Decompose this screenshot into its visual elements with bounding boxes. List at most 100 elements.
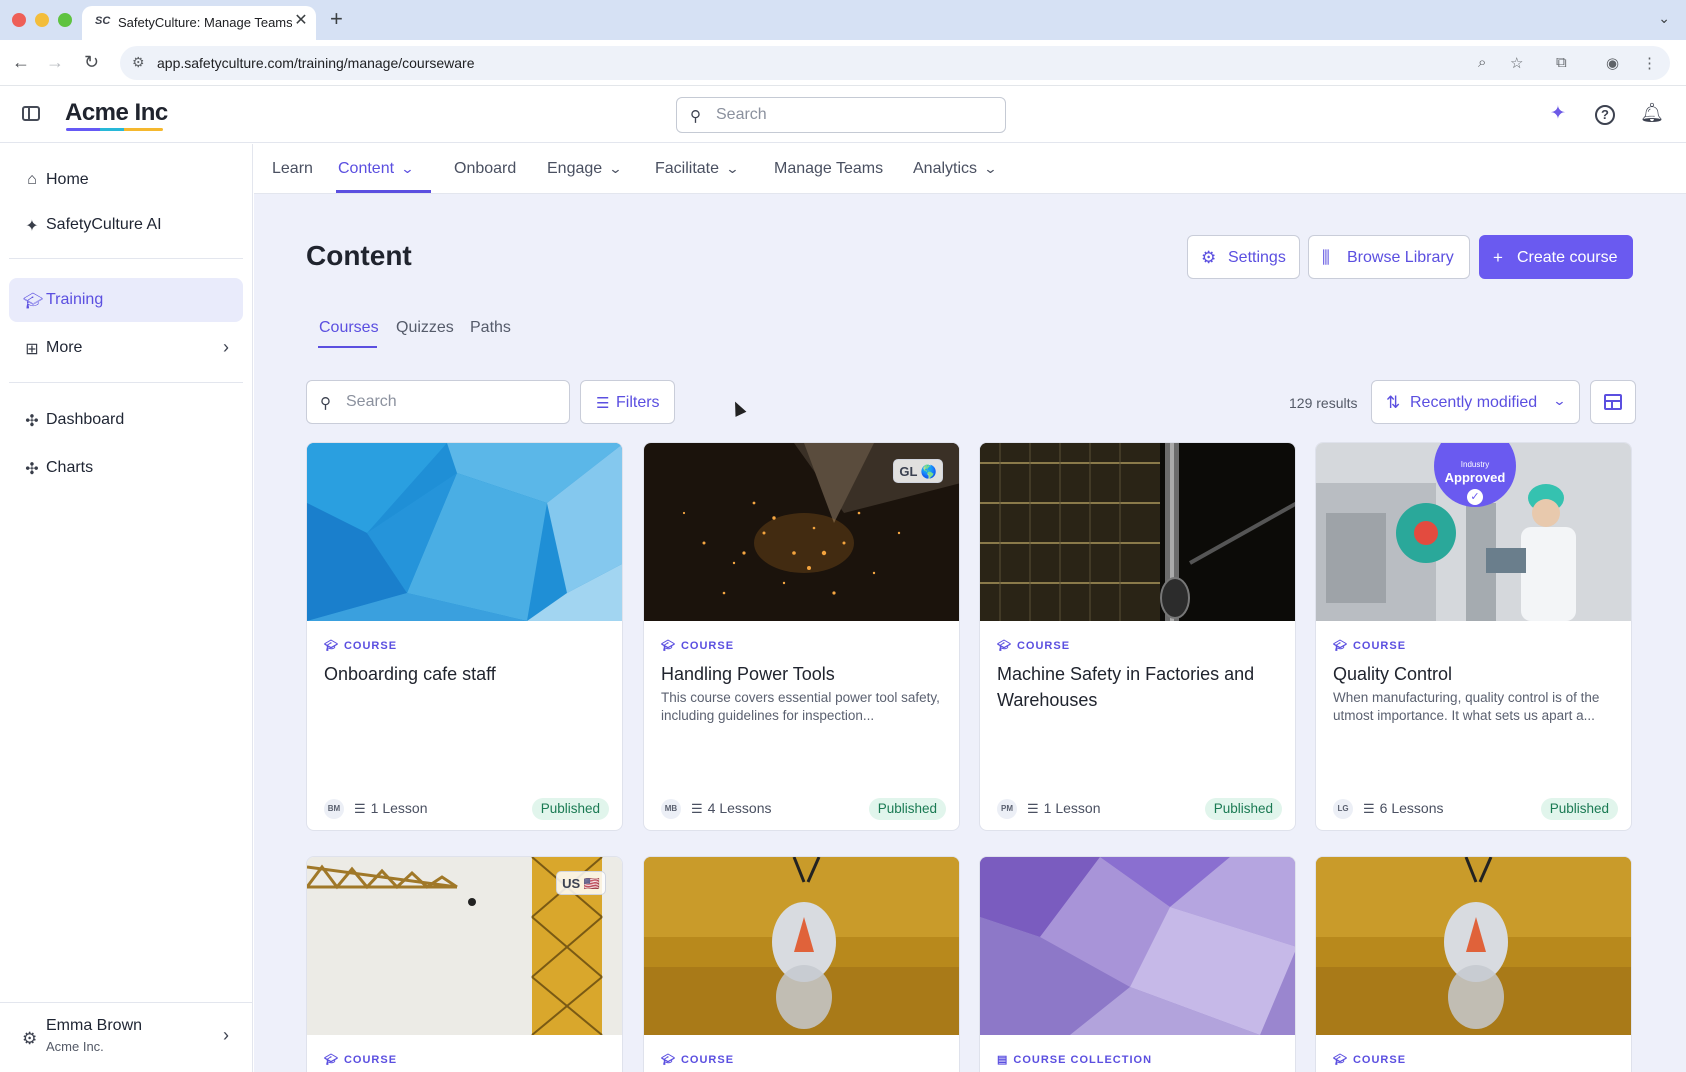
graduation-cap-icon: 🎓︎ — [1333, 640, 1348, 652]
course-thumbnail: Industry Approved ✓ — [1316, 443, 1631, 621]
reload-icon[interactable]: ↻ — [84, 52, 99, 72]
course-card[interactable]: GL 🌎 🎓︎ COURSE Handling Power Tools This … — [643, 442, 960, 831]
extensions-puzzle-icon[interactable]: ⧉ — [1556, 54, 1567, 71]
create-course-button[interactable]: + Create course — [1479, 235, 1633, 279]
home-icon: ⌂ — [27, 171, 37, 188]
settings-button[interactable]: ⚙ Settings — [1187, 235, 1300, 279]
sidebar-item-charts[interactable]: ✣ Charts — [9, 446, 243, 490]
lesson-count: ☰ 1 Lesson — [354, 800, 428, 816]
course-thumbnail — [644, 857, 959, 1035]
topnav-learn[interactable]: Learn — [272, 160, 313, 178]
tab-close-icon[interactable]: ✕ — [292, 11, 310, 31]
content-search[interactable]: ⚲ — [306, 380, 570, 424]
profile-icon[interactable]: ◉ — [1606, 54, 1619, 72]
zoom-icon[interactable]: ⌕ — [1478, 54, 1486, 71]
mouse-cursor — [729, 399, 747, 417]
list-icon: ☰ — [354, 801, 366, 816]
tab-quizzes[interactable]: Quizzes — [396, 319, 454, 337]
sidebar-toggle-icon[interactable] — [22, 106, 40, 121]
table-icon — [1604, 394, 1622, 410]
lesson-count: ☰ 1 Lesson — [1027, 800, 1101, 816]
tab-courses[interactable]: Courses — [319, 319, 379, 337]
list-icon: ☰ — [691, 801, 703, 816]
card-title[interactable]: Onboarding cafe staff — [324, 661, 609, 687]
course-card[interactable]: ▤ COURSE COLLECTION — [979, 856, 1296, 1072]
chevron-right-icon: › — [223, 337, 229, 357]
sidebar-item-safetyculture-ai[interactable]: ✦ SafetyCulture AI — [9, 203, 243, 247]
chevron-down-icon: ⌄ — [608, 161, 623, 176]
global-search-input[interactable] — [716, 106, 986, 124]
site-settings-icon[interactable]: ⚙ — [132, 54, 145, 71]
ai-sparkle-icon[interactable]: ✦ — [1550, 103, 1566, 125]
sparkle-icon: ✦ — [25, 218, 39, 235]
window-zoom-button[interactable] — [58, 13, 72, 27]
course-card[interactable]: Industry Approved ✓ 🎓︎ COURSE Quality Con… — [1315, 442, 1632, 831]
check-icon: ✓ — [1467, 489, 1483, 505]
tab-title: SafetyCulture: Manage Teams — [118, 15, 293, 30]
card-kind-label: 🎓︎ COURSE — [324, 640, 398, 652]
browser-tab-bar: SC SafetyCulture: Manage Teams ✕ + ⌄ — [0, 0, 1686, 40]
browser-menu-icon[interactable]: ⋮ — [1642, 54, 1657, 72]
topnav-onboard[interactable]: Onboard — [454, 160, 516, 178]
card-kind-label: 🎓︎ COURSE — [324, 1054, 398, 1066]
lesson-count: ☰ 4 Lessons — [691, 800, 772, 816]
sort-dropdown[interactable]: ⇅ Recently modified ⌄ — [1371, 380, 1580, 424]
collection-icon: ▤ — [997, 1054, 1009, 1066]
puzzle-icon: ✣ — [25, 413, 39, 430]
global-search[interactable]: ⚲ — [676, 97, 1006, 133]
window-close-button[interactable] — [12, 13, 26, 27]
content-search-input[interactable] — [346, 393, 556, 411]
topnav-engage[interactable]: Engage ⌄ — [547, 160, 623, 178]
brand-underline — [66, 128, 163, 131]
card-description: When manufacturing, quality control is o… — [1333, 690, 1600, 723]
favicon-icon: SC — [95, 15, 111, 27]
sidebar-item-training[interactable]: 🎓︎ Training — [9, 278, 243, 322]
card-kind-label: 🎓︎ COURSE — [997, 640, 1071, 652]
page-title: Content — [306, 240, 412, 271]
new-tab-icon[interactable]: + — [330, 8, 343, 30]
notification-bell-icon[interactable]: 🔔︎ — [1640, 103, 1664, 125]
course-card[interactable]: US 🇺🇸 🎓︎ COURSE — [306, 856, 623, 1072]
graduation-cap-icon: 🎓︎ — [661, 1054, 676, 1066]
sidebar-item-more[interactable]: ⊞ More › — [9, 326, 243, 370]
main-content: Content ⚙ Settings ⫼ Browse Library + Cr… — [254, 194, 1686, 1072]
course-card[interactable]: 🎓︎ COURSE — [1315, 856, 1632, 1072]
topnav-content[interactable]: Content ⌄ — [338, 160, 415, 178]
course-card[interactable]: 🎓︎ COURSE Machine Safety in Factories and… — [979, 442, 1296, 831]
sidebar-item-home[interactable]: ⌂ Home — [9, 158, 243, 202]
card-title[interactable]: Handling Power Tools — [661, 661, 946, 687]
bookmark-star-icon[interactable]: ☆ — [1510, 54, 1523, 72]
browser-tab[interactable]: SC SafetyCulture: Manage Teams ✕ — [82, 6, 316, 40]
tab-paths[interactable]: Paths — [470, 319, 511, 337]
graduation-cap-icon: 🎓︎ — [661, 640, 676, 652]
card-title[interactable]: Quality Control — [1333, 661, 1618, 687]
sidebar-item-label: More — [46, 339, 83, 356]
course-card[interactable]: 🎓︎ COURSE Onboarding cafe staff BM ☰ 1 Les… — [306, 442, 623, 831]
topnav-analytics[interactable]: Analytics ⌄ — [913, 160, 998, 178]
course-card[interactable]: 🎓︎ COURSE — [643, 856, 960, 1072]
filters-button[interactable]: ☰ Filters — [580, 380, 675, 424]
search-icon: ⚲ — [690, 108, 701, 125]
table-view-button[interactable] — [1590, 380, 1636, 424]
user-profile-menu[interactable]: ⚙ Emma Brown Acme Inc. › — [0, 1002, 253, 1072]
sidebar: ⌂ Home ✦ SafetyCulture AI 🎓︎ Training ⊞ … — [0, 144, 253, 1072]
topnav-facilitate[interactable]: Facilitate ⌄ — [655, 160, 740, 178]
list-icon: ☰ — [1027, 801, 1039, 816]
back-arrow-icon[interactable]: ← — [12, 52, 30, 72]
course-thumbnail — [1316, 857, 1631, 1035]
card-title[interactable]: Machine Safety in Factories and Warehous… — [997, 661, 1282, 713]
avatar: BM — [324, 799, 344, 819]
browse-library-button[interactable]: ⫼ Browse Library — [1308, 235, 1470, 279]
tab-list-chevron-icon[interactable]: ⌄ — [1658, 10, 1670, 27]
filter-lines-icon: ☰ — [596, 395, 610, 412]
window-minimize-button[interactable] — [35, 13, 49, 27]
help-icon[interactable]: ? — [1595, 105, 1615, 125]
sidebar-item-label: Home — [46, 171, 89, 188]
url-text[interactable]: app.safetyculture.com/training/manage/co… — [157, 55, 475, 71]
sidebar-item-dashboard[interactable]: ✣ Dashboard — [9, 398, 243, 442]
topnav-manage-teams[interactable]: Manage Teams — [774, 160, 883, 178]
address-bar[interactable]: ⚙ app.safetyculture.com/training/manage/… — [120, 46, 1670, 80]
region-badge: GL 🌎 — [893, 459, 943, 483]
brand-logo[interactable]: Acme Inc — [65, 99, 168, 127]
forward-arrow-icon[interactable]: → — [46, 52, 64, 72]
